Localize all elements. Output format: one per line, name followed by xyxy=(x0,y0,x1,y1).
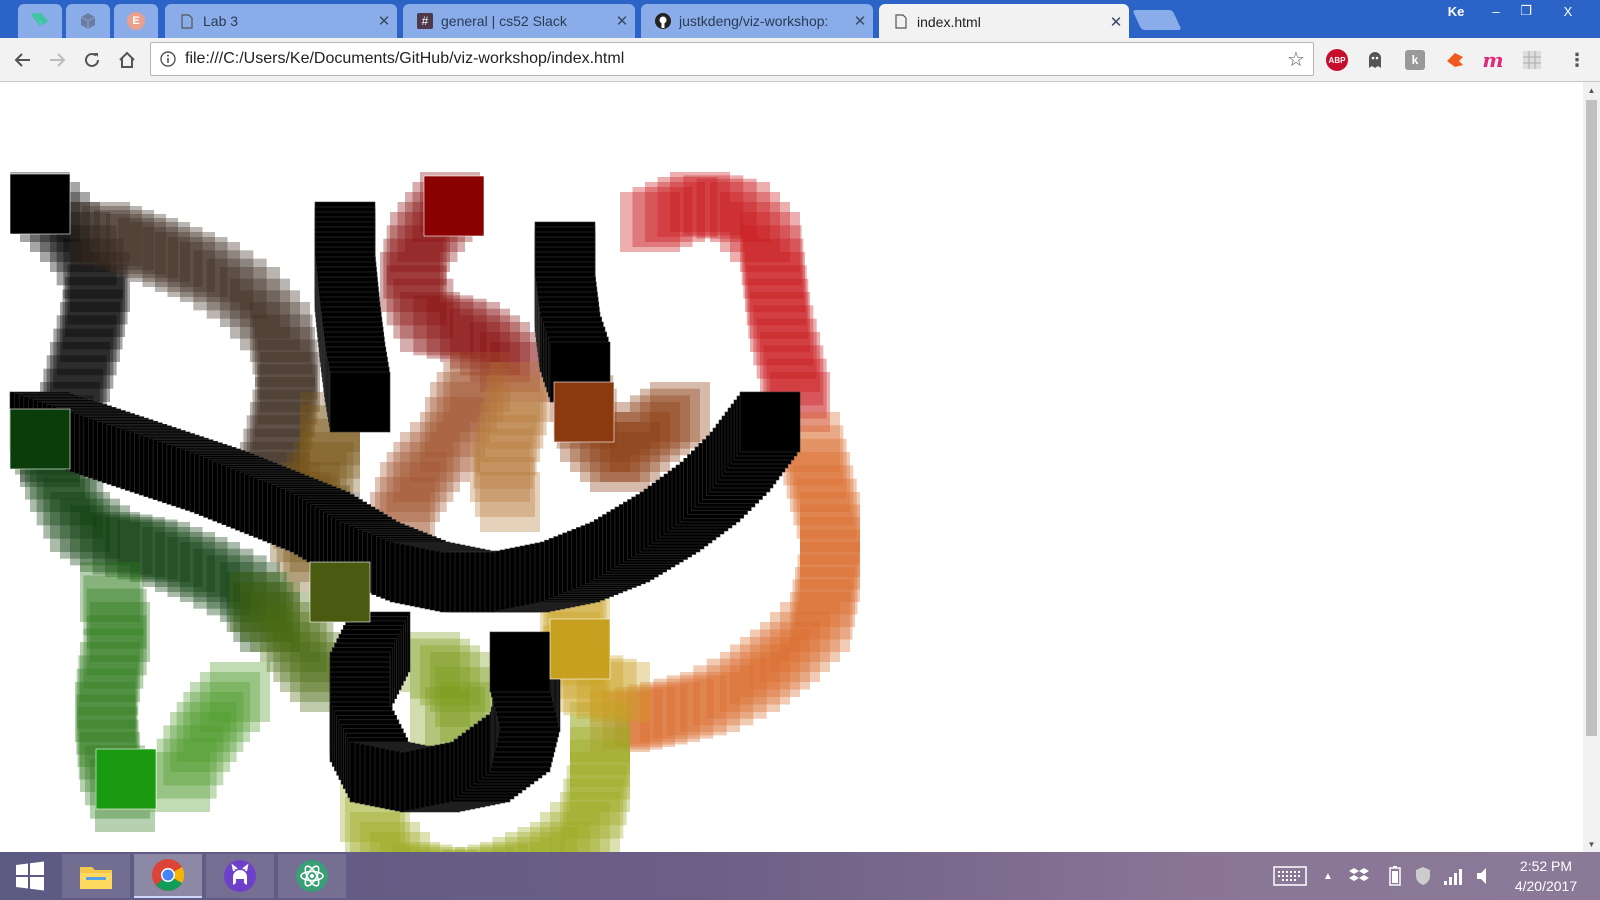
browser-toolbar: ☆ ABP k m ⋮ xyxy=(0,38,1600,82)
dropbox-icon[interactable] xyxy=(1346,852,1372,900)
trail-square xyxy=(9,173,71,235)
trail-square xyxy=(329,371,391,433)
arrow-left-icon xyxy=(14,53,30,67)
trail-square xyxy=(739,391,801,453)
chrome-menu-icon[interactable]: ⋮ xyxy=(1566,49,1588,71)
bookmark-star-icon[interactable]: ☆ xyxy=(1279,47,1313,72)
github-desktop-icon[interactable] xyxy=(206,854,274,898)
chrome-icon[interactable] xyxy=(134,854,202,898)
extension-k-icon[interactable]: k xyxy=(1404,49,1426,71)
atom-icon[interactable] xyxy=(278,854,346,898)
pinned-tab-2[interactable] xyxy=(66,4,110,38)
pinned-tab-3[interactable]: E xyxy=(114,4,158,38)
back-button[interactable] xyxy=(9,46,37,74)
new-tab-button[interactable] xyxy=(1132,10,1182,30)
m-icon[interactable]: m xyxy=(1482,48,1504,72)
slack-icon: # xyxy=(417,13,433,29)
trail-square xyxy=(480,472,540,532)
forward-button[interactable] xyxy=(43,46,71,74)
start-button[interactable] xyxy=(0,852,60,900)
trail-square xyxy=(423,175,485,237)
tab-close-icon[interactable]: ✕ xyxy=(847,12,873,30)
vertical-scrollbar[interactable]: ▲ ▼ xyxy=(1583,82,1600,852)
trail-square xyxy=(549,618,611,680)
address-bar[interactable]: ☆ xyxy=(150,42,1314,76)
reload-icon xyxy=(85,52,99,67)
tab-title: Lab 3 xyxy=(203,13,239,29)
defender-shield-icon[interactable] xyxy=(1410,852,1436,900)
meteor-icon xyxy=(31,12,48,26)
wifi-signal-icon[interactable] xyxy=(1440,852,1466,900)
tab-index-html[interactable]: index.html ✕ xyxy=(879,4,1129,39)
chevron-up-icon[interactable]: ▲ xyxy=(1318,852,1338,900)
tab-title: general | cs52 Slack xyxy=(441,13,567,29)
document-icon xyxy=(893,14,909,30)
trail-square xyxy=(489,631,551,693)
pinned-tab-1[interactable] xyxy=(18,4,62,38)
tab-title: justkdeng/viz-workshop: xyxy=(679,13,829,29)
file-explorer-icon[interactable] xyxy=(62,854,130,898)
taskbar-clock[interactable]: 2:52 PM 4/20/2017 xyxy=(1500,856,1592,896)
touch-keyboard-icon[interactable] xyxy=(1270,852,1310,900)
reload-button[interactable] xyxy=(78,46,106,74)
minimize-button[interactable]: – xyxy=(1482,0,1510,22)
scroll-down-icon[interactable]: ▼ xyxy=(1583,836,1600,852)
trail-square xyxy=(210,662,270,722)
tab-strip: E Lab 3 ✕ # general | cs52 Slack ✕ justk… xyxy=(0,0,1600,39)
tab-lab-3[interactable]: Lab 3 ✕ xyxy=(165,4,397,38)
profile-button[interactable]: Ke xyxy=(1438,0,1474,22)
volume-icon[interactable] xyxy=(1470,852,1496,900)
info-icon[interactable] xyxy=(151,51,185,67)
tab-slack[interactable]: # general | cs52 Slack ✕ xyxy=(403,4,635,38)
tab-close-icon[interactable]: ✕ xyxy=(371,12,397,30)
trail-square xyxy=(95,748,157,810)
grid-extension-icon[interactable] xyxy=(1521,49,1543,71)
trail-square xyxy=(553,381,615,443)
tab-close-icon[interactable]: ✕ xyxy=(1103,13,1129,31)
windows-logo-icon xyxy=(16,861,44,891)
scroll-thumb[interactable] xyxy=(1586,100,1597,736)
close-window-button[interactable]: X xyxy=(1542,0,1594,22)
tab-close-icon[interactable]: ✕ xyxy=(609,12,635,30)
arrow-right-icon xyxy=(50,53,66,67)
trail-square xyxy=(650,382,710,442)
tab-title: index.html xyxy=(917,13,981,30)
github-icon xyxy=(655,13,671,29)
document-icon xyxy=(179,13,195,29)
e-badge-icon: E xyxy=(127,12,145,30)
clock-date: 4/20/2017 xyxy=(1514,878,1578,894)
battery-icon[interactable] xyxy=(1384,852,1406,900)
page-viewport xyxy=(0,82,1583,852)
drawing-canvas[interactable] xyxy=(0,82,1583,852)
clock-time: 2:52 PM xyxy=(1519,858,1573,874)
trail-square xyxy=(309,561,371,623)
bird-icon[interactable] xyxy=(1444,49,1466,71)
scroll-up-icon[interactable]: ▲ xyxy=(1583,82,1600,98)
home-button[interactable] xyxy=(113,46,141,74)
windows-taskbar: ▲ 2:52 PM 4/20/2017 xyxy=(0,852,1600,900)
home-icon xyxy=(119,51,135,68)
tab-github[interactable]: justkdeng/viz-workshop: ✕ xyxy=(641,4,873,38)
adblock-plus-icon[interactable]: ABP xyxy=(1326,49,1348,71)
ghostery-icon[interactable] xyxy=(1364,49,1386,71)
trail-square xyxy=(9,408,71,470)
maximize-button[interactable]: ❐ xyxy=(1512,0,1540,22)
url-input[interactable] xyxy=(185,50,1279,68)
cube-icon xyxy=(80,13,96,29)
